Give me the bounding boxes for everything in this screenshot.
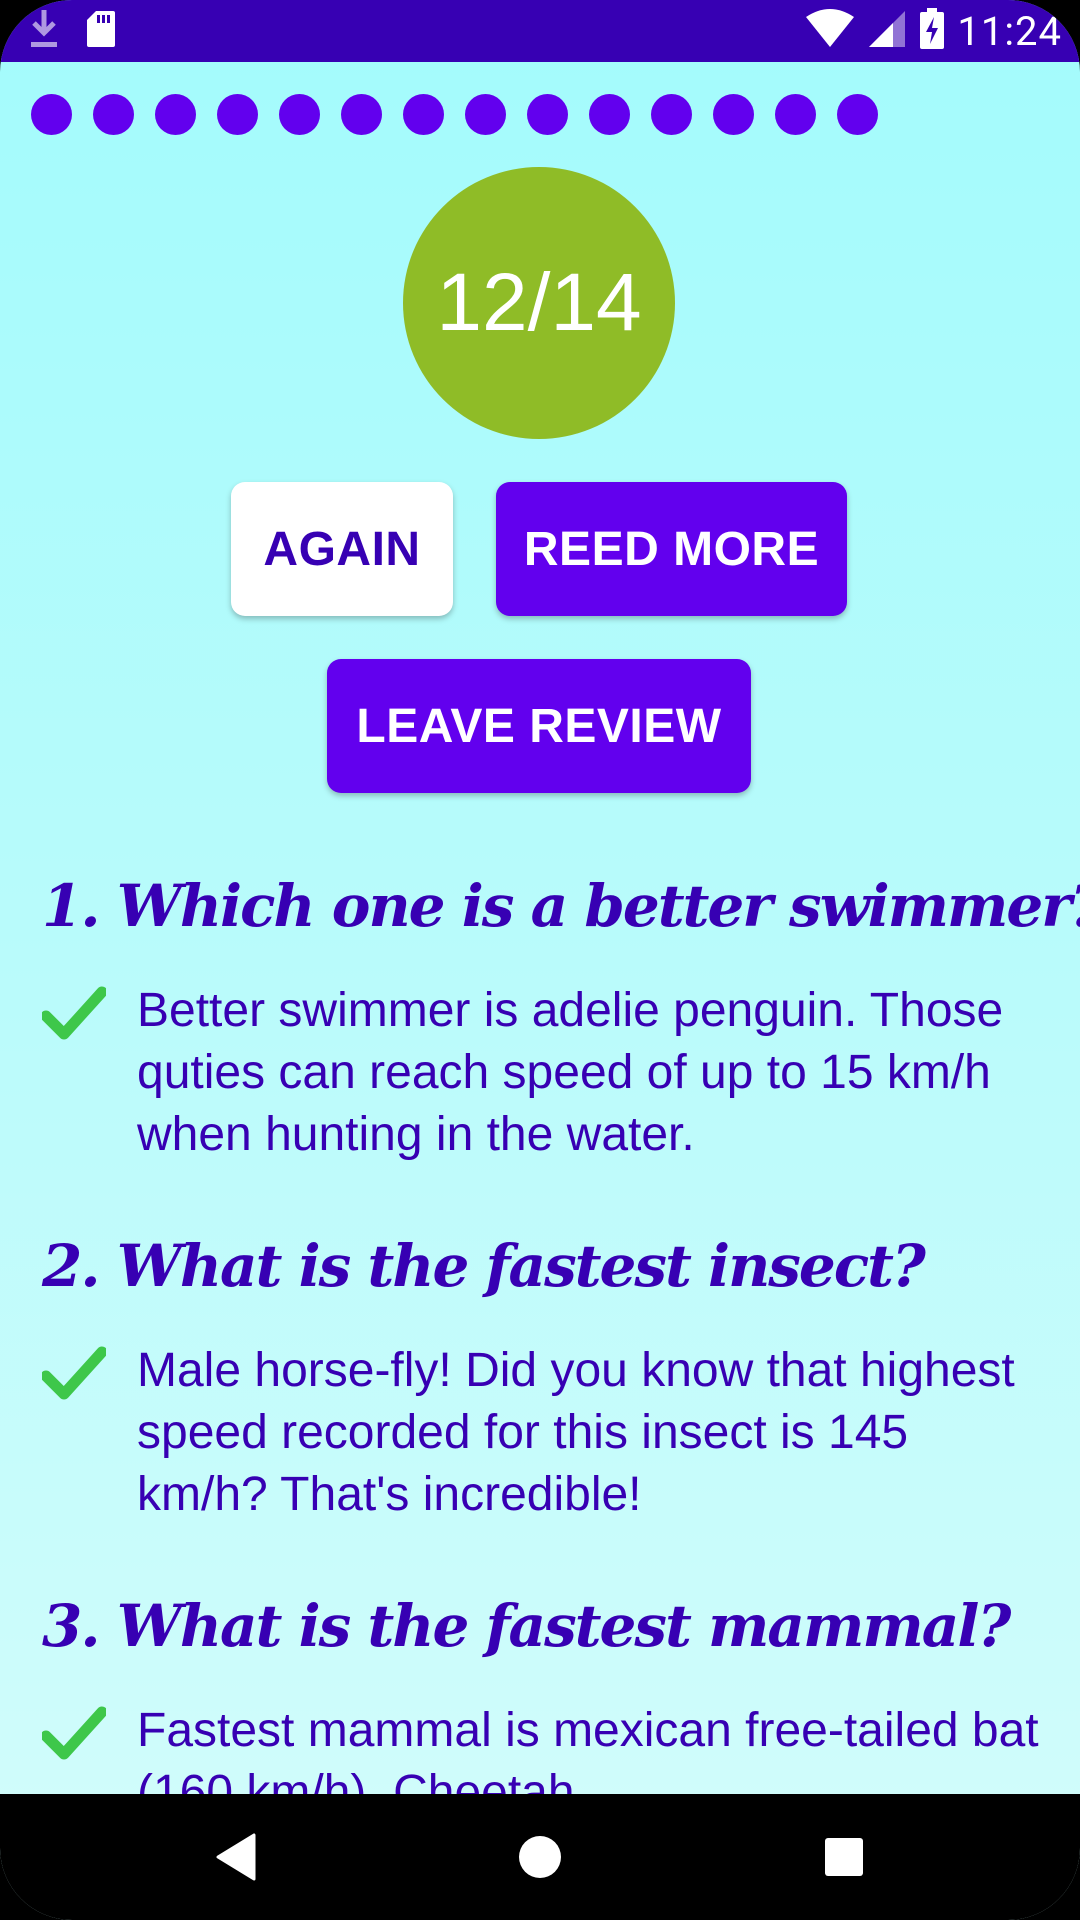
progress-dot: [217, 94, 258, 135]
result-item: 2. What is the fastest insect? Male hors…: [42, 1226, 1052, 1526]
answer-row: Male horse-fly! Did you know that highes…: [42, 1340, 1052, 1526]
back-icon: [216, 1833, 256, 1881]
progress-dot: [527, 94, 568, 135]
question-text: 3. What is the fastest mammal?: [42, 1592, 1011, 1660]
result-item: 1. Which one is a better swimmer? Better…: [42, 866, 1080, 1166]
navigation-bar: [0, 1794, 1080, 1920]
status-bar: 11:24: [0, 0, 1080, 62]
again-button[interactable]: AGAIN: [231, 482, 453, 616]
progress-dot: [31, 94, 72, 135]
recents-icon: [825, 1838, 863, 1876]
progress-dot: [341, 94, 382, 135]
answer-text: Better swimmer is adelie penguin. Those …: [137, 984, 1004, 1161]
check-icon: [42, 1706, 106, 1760]
question-text: 1. Which one is a better swimmer?: [42, 872, 1080, 940]
download-icon: [28, 8, 60, 55]
score-text: 12/14: [436, 257, 642, 348]
progress-dot: [403, 94, 444, 135]
progress-dots: [31, 94, 878, 135]
recents-button[interactable]: [784, 1794, 904, 1920]
progress-dot: [713, 94, 754, 135]
progress-dot: [651, 94, 692, 135]
score-badge: 12/14: [403, 167, 675, 439]
sd-card-icon: [86, 10, 116, 53]
back-button[interactable]: [176, 1794, 296, 1920]
answer-text: Male horse-fly! Did you know that highes…: [137, 1344, 1015, 1521]
app-screen: 11:24 12/14 AGAIN REED MORE LEAVE REVIEW…: [0, 0, 1080, 1920]
question-text: 2. What is the fastest insect?: [42, 1232, 926, 1300]
check-icon: [42, 1346, 106, 1400]
signal-icon: [867, 9, 907, 54]
read-more-button[interactable]: REED MORE: [496, 482, 847, 616]
progress-dot: [775, 94, 816, 135]
answer-row: Better swimmer is adelie penguin. Those …: [42, 980, 1052, 1166]
status-time: 11:24: [957, 7, 1062, 55]
home-icon: [519, 1836, 561, 1878]
status-left-icons: [28, 8, 116, 54]
wifi-icon: [805, 8, 855, 54]
home-button[interactable]: [480, 1794, 600, 1920]
progress-dot: [589, 94, 630, 135]
progress-dot: [93, 94, 134, 135]
result-item: 3. What is the fastest mammal? Fastest m…: [42, 1586, 1052, 1824]
check-icon: [42, 986, 106, 1040]
status-right-icons: 11:24: [805, 6, 1062, 56]
progress-dot: [837, 94, 878, 135]
progress-dot: [155, 94, 196, 135]
leave-review-button[interactable]: LEAVE REVIEW: [327, 659, 751, 793]
progress-dot: [465, 94, 506, 135]
battery-charging-icon: [919, 7, 945, 55]
progress-dot: [279, 94, 320, 135]
